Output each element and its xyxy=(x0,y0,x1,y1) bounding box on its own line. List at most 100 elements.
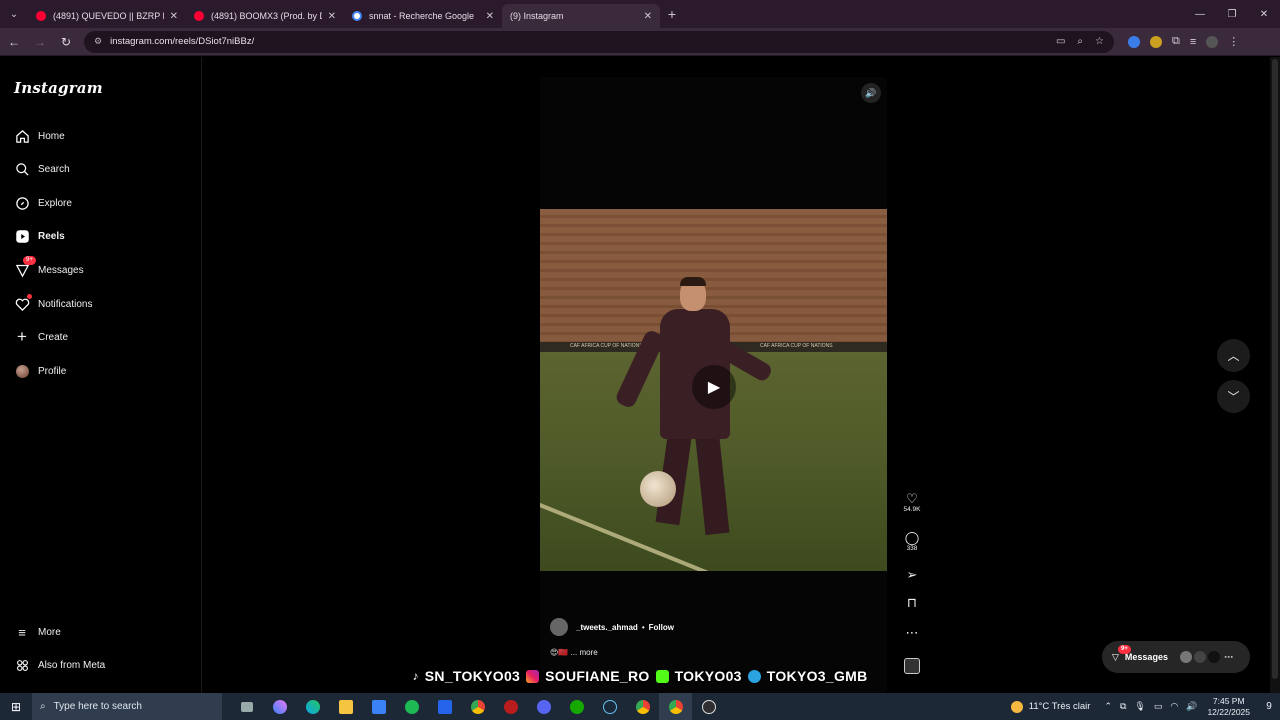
extension-icon[interactable] xyxy=(1150,35,1162,48)
back-arrow-icon[interactable]: ← xyxy=(2,30,26,54)
like-button[interactable]: ♡ 54.9K xyxy=(904,492,921,514)
steam-icon[interactable] xyxy=(593,693,626,720)
comment-button[interactable]: ◯ 338 xyxy=(905,531,920,553)
sidebar-item-messages[interactable]: 9+ Messages xyxy=(14,256,84,282)
close-tab-icon[interactable]: ✕ xyxy=(644,11,652,22)
sidebar-item-meta[interactable]: Also from Meta xyxy=(14,653,105,677)
chrome-icon-active[interactable] xyxy=(659,693,692,720)
monitor-icon[interactable]: ▭ xyxy=(1154,701,1163,712)
wifi-icon[interactable]: ◠ xyxy=(1170,701,1178,712)
obs-icon[interactable] xyxy=(692,693,725,720)
spotify-icon[interactable] xyxy=(395,693,428,720)
follow-button[interactable]: Follow xyxy=(649,623,674,632)
tab-search-menu-icon[interactable]: ⌄ xyxy=(0,0,28,28)
close-window-icon[interactable]: ✕ xyxy=(1248,0,1280,28)
discord-icon[interactable] xyxy=(527,693,560,720)
weather-widget[interactable]: 11°C Très clair xyxy=(1010,700,1091,713)
browser-tab[interactable]: snnat - Recherche Google ✕ xyxy=(344,4,502,28)
tiktok-icon: ♪ xyxy=(412,669,419,683)
instagram-logo[interactable]: Instagram xyxy=(14,79,103,97)
site-info-icon[interactable]: ⚙ xyxy=(94,36,102,47)
restore-icon[interactable]: ❐ xyxy=(1216,0,1248,28)
sidebar-item-profile[interactable]: Profile xyxy=(14,359,66,383)
author-avatar[interactable] xyxy=(550,618,568,636)
tab-title: snnat - Recherche Google xyxy=(369,11,475,21)
send-icon: ➢ xyxy=(906,567,918,582)
page-scrollbar[interactable] xyxy=(1270,57,1280,693)
volume-icon[interactable]: 🔊 xyxy=(861,83,881,103)
play-icon[interactable]: ▶ xyxy=(692,365,736,409)
next-reel-button[interactable]: ﹀ xyxy=(1217,380,1250,413)
avatar xyxy=(1193,651,1206,663)
messages-pill[interactable]: ▽ 9+ Messages ⋯ xyxy=(1102,641,1250,673)
new-tab-button[interactable]: + xyxy=(660,6,684,22)
notification-center-icon[interactable]: 9 xyxy=(1258,701,1280,712)
sidebar-item-more[interactable]: ≡ More xyxy=(14,620,61,644)
copilot-icon[interactable] xyxy=(263,693,296,720)
browser-tab-bar: ⌄ (4891) QUEVEDO || BZRP Music ✕ (4891) … xyxy=(0,0,1280,71)
sidebar-item-create[interactable]: + Create xyxy=(14,325,68,349)
audio-button[interactable] xyxy=(904,658,920,674)
install-app-icon[interactable]: ▭ xyxy=(1056,36,1065,47)
bookmark-star-icon[interactable]: ☆ xyxy=(1095,36,1104,47)
close-tab-icon[interactable]: ✕ xyxy=(328,11,336,22)
more-options-button[interactable]: ⋯ xyxy=(906,626,919,640)
previous-reel-button[interactable]: ︿ xyxy=(1217,339,1250,372)
author-row: _tweets._ahmad • Follow xyxy=(550,618,870,636)
forward-arrow-icon[interactable]: → xyxy=(28,30,52,54)
reload-icon[interactable]: ↻ xyxy=(54,30,78,54)
browser-tab-active[interactable]: (9) Instagram ✕ xyxy=(502,4,660,71)
sidebar-item-explore[interactable]: Explore xyxy=(14,191,72,215)
clock[interactable]: 7:45 PM 12/22/2025 xyxy=(1207,696,1250,718)
close-tab-icon[interactable]: ✕ xyxy=(486,11,494,22)
messages-pill-label: Messages xyxy=(1124,652,1168,662)
app-icon[interactable] xyxy=(494,693,527,720)
window-controls: — ❐ ✕ xyxy=(1184,0,1280,28)
microphone-icon[interactable]: 🎙 xyxy=(1134,701,1145,712)
media-control-icon[interactable]: ≡ xyxy=(1190,36,1196,48)
sidebar-item-home[interactable]: Home xyxy=(14,124,65,148)
windows-start-icon[interactable]: ⊞ xyxy=(0,693,32,720)
sidebar-item-search[interactable]: Search xyxy=(14,157,70,181)
file-explorer-icon[interactable] xyxy=(329,693,362,720)
hamburger-menu-icon: ≡ xyxy=(18,624,26,640)
upwork-icon[interactable] xyxy=(560,693,593,720)
messages-badge: 9+ xyxy=(23,256,36,265)
reel-actions: ♡ 54.9K ◯ 338 ➢ ⊓ ⋯ xyxy=(900,492,924,684)
profile-avatar[interactable] xyxy=(1206,35,1219,48)
save-button[interactable]: ⊓ xyxy=(907,596,917,610)
caption-more-link[interactable]: ... more xyxy=(571,648,598,657)
extensions-puzzle-icon[interactable]: ⧉ xyxy=(1172,35,1180,48)
reel-video[interactable]: CAF AFRICA CUP OF NATIONS CAF AFRICA CUP… xyxy=(540,209,887,571)
task-view-icon[interactable] xyxy=(230,693,263,720)
address-bar[interactable]: ⚙ instagram.com/reels/DSiot7niBBz/ ▭ ⌕ ☆ xyxy=(84,30,1114,53)
close-tab-icon[interactable]: ✕ xyxy=(170,11,178,22)
sidebar-item-notifications[interactable]: Notifications xyxy=(14,292,92,316)
minimize-icon[interactable]: — xyxy=(1184,0,1216,28)
weather-text: 11°C Très clair xyxy=(1028,701,1091,712)
extension-icon[interactable] xyxy=(1128,35,1140,48)
browser-tab[interactable]: (4891) QUEVEDO || BZRP Music ✕ xyxy=(28,4,186,28)
mail-icon[interactable] xyxy=(428,693,461,720)
chevron-up-icon: ︿ xyxy=(1227,349,1240,363)
chrome-icon[interactable] xyxy=(626,693,659,720)
edge-icon[interactable] xyxy=(296,693,329,720)
zoom-icon[interactable]: ⌕ xyxy=(1077,36,1083,47)
browser-menu-icon[interactable]: ⋮ xyxy=(1228,35,1239,48)
reel-container[interactable]: 🔊 CAF AFRICA CUP OF NATIONS CAF AFRICA C… xyxy=(540,77,887,693)
chevron-up-icon[interactable]: ⌃ xyxy=(1104,701,1112,712)
network-icon[interactable]: ⧉ xyxy=(1120,701,1126,712)
chrome-icon[interactable] xyxy=(461,693,494,720)
sidebar-item-reels[interactable]: Reels xyxy=(14,224,65,248)
taskbar-search[interactable]: ⌕ Type here to search xyxy=(32,693,222,720)
search-icon: ⌕ xyxy=(40,701,46,712)
browser-tab[interactable]: (4891) BOOMX3 (Prod. by Daw ✕ xyxy=(186,4,344,28)
share-button[interactable]: ➢ xyxy=(907,568,918,582)
author-username[interactable]: _tweets._ahmad xyxy=(576,623,638,632)
messages-pill-badge: 9+ xyxy=(1118,645,1131,654)
telegram-icon xyxy=(747,669,761,683)
volume-icon[interactable]: 🔊 xyxy=(1186,701,1197,712)
avatar xyxy=(1179,651,1192,663)
store-icon[interactable] xyxy=(362,693,395,720)
overlay-telegram-handle: TOKYO3_GMB xyxy=(766,668,868,684)
